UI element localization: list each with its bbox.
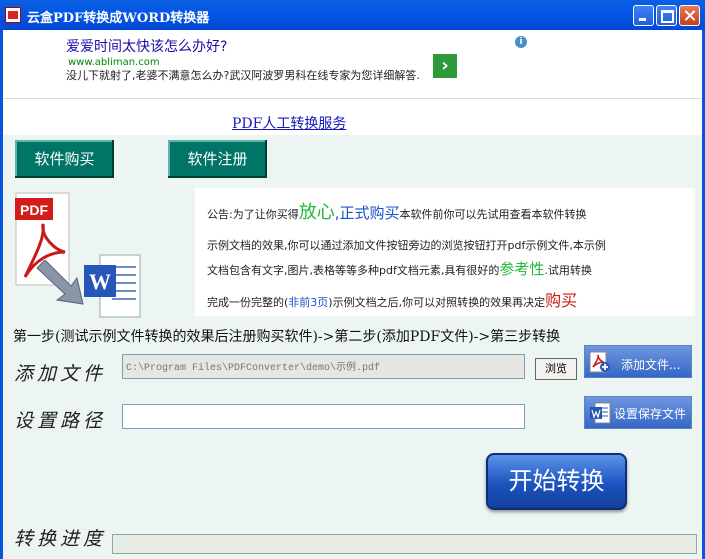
pdf-service-link[interactable]: PDF人工转换服务: [232, 113, 346, 133]
ad-title[interactable]: 爱爱时间太快该怎么办好?: [66, 36, 227, 56]
add-file-button[interactable]: 添加文件...: [584, 345, 692, 378]
info-icon[interactable]: i: [515, 36, 527, 48]
notice-panel: 公告:为了让你买得放心,正式购买本软件前你可以先试用查看本软件转换 示例文档的效…: [195, 188, 695, 316]
notice-highlight: 购买: [545, 291, 578, 310]
add-file-button-label: 添加文件...: [621, 358, 681, 372]
buy-software-button[interactable]: 软件购买: [15, 140, 114, 178]
word-logo-text: W: [89, 269, 111, 294]
register-software-button[interactable]: 软件注册: [168, 140, 267, 178]
notice-line-4: 完成一份完整的(非前3页)示例文档之后,你可以对照转换的效果再决定购买: [207, 287, 577, 311]
notice-highlight: 正式购买: [339, 204, 400, 222]
notice-highlight: 放心: [298, 202, 335, 223]
notice-line-2: 示例文档的效果,你可以通过添加文件按钮旁边的浏览按钮打开pdf示例文件,本示例: [207, 239, 606, 252]
close-button[interactable]: [679, 5, 700, 26]
notice-line-3: 文档包含有文字,图片,表格等等多种pdf文档元素,具有很好的参考性.试用转换: [207, 258, 592, 279]
notice-highlight: 非前3页: [288, 296, 329, 309]
notice-text: .试用转换: [544, 264, 592, 277]
start-convert-button[interactable]: 开始转换: [486, 453, 627, 510]
notice-text: 完成一份完整的(: [207, 296, 289, 309]
notice-text: 文档包含有文字,图片,表格等等多种pdf文档元素,具有很好的: [207, 264, 500, 277]
pdf-logo-text: PDF: [20, 202, 48, 218]
browse-button[interactable]: 浏览: [535, 358, 577, 380]
conversion-progress-bar: [112, 534, 697, 554]
notice-text: )示例文档之后,你可以对照转换的效果再决定: [328, 296, 546, 309]
notice-text: 本软件前你可以先试用查看本软件转换: [399, 208, 587, 221]
maximize-button[interactable]: [656, 5, 677, 26]
set-path-label: 设置路径: [14, 410, 107, 432]
window-title: 云盒PDF转换成WORD转换器: [27, 11, 210, 26]
service-area: PDF人工转换服务: [3, 99, 702, 135]
ad-url[interactable]: www.abliman.com: [68, 57, 160, 68]
file-path-input[interactable]: C:\Program Files\PDFConverter\demo\示例.pd…: [122, 354, 525, 379]
ad-description: 没儿下就射了,老婆不满意怎么办?武汉阿波罗男科在线专家为您详细解答.: [66, 69, 420, 82]
word-logo-icon: W: [84, 254, 141, 318]
notice-highlight: 参考性: [499, 260, 545, 278]
title-bar[interactable]: 云盒PDF转换成WORD转换器: [0, 0, 705, 30]
notice-line-1: 公告:为了让你买得放心,正式购买本软件前你可以先试用查看本软件转换: [207, 198, 587, 224]
set-save-path-button[interactable]: 设置保存文件: [584, 396, 692, 429]
progress-label: 转换进度: [14, 528, 107, 550]
add-file-label: 添加文件: [14, 363, 107, 385]
word-save-icon: [590, 402, 611, 424]
app-icon: [5, 7, 21, 23]
set-save-path-button-label: 设置保存文件: [614, 407, 687, 421]
arrow-right-icon[interactable]: ›: [433, 54, 457, 78]
minimize-button[interactable]: [633, 5, 654, 26]
notice-text: 公告:为了让你买得: [207, 208, 299, 221]
save-path-input[interactable]: [122, 404, 525, 429]
pdf-add-icon: [589, 351, 610, 373]
ad-banner[interactable]: 爱爱时间太快该怎么办好? www.abliman.com 没儿下就射了,老婆不满…: [3, 30, 702, 99]
steps-instructions: 第一步(测试示例文件转换的效果后注册购买软件)->第二步(添加PDF文件)->第…: [13, 329, 561, 345]
